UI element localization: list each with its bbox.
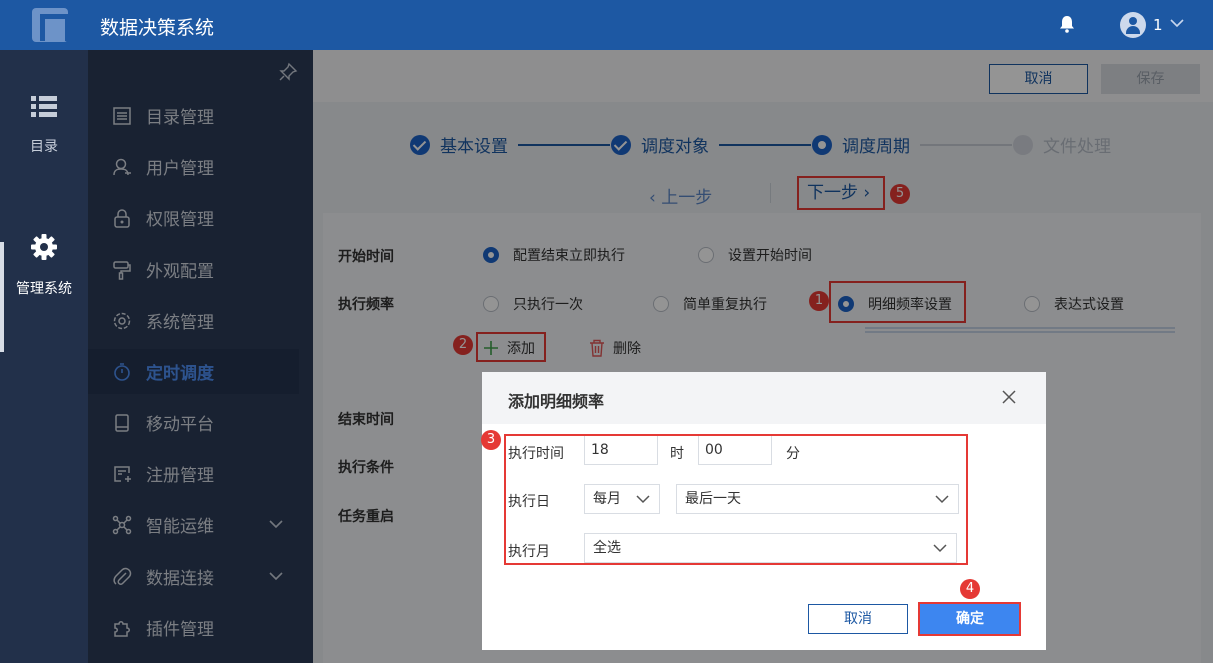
highlight-dialog-fields <box>504 434 968 565</box>
chevron-down-icon[interactable] <box>1169 17 1185 29</box>
bell-icon[interactable] <box>1059 15 1075 33</box>
rail-item-manage[interactable]: 管理系统 <box>0 234 88 298</box>
app-logo <box>32 8 68 42</box>
dialog-header: 添加明细频率 <box>482 372 1046 424</box>
step-badge: 3 <box>481 430 501 450</box>
step-badge: 4 <box>960 579 980 599</box>
app-title: 数据决策系统 <box>100 17 215 39</box>
dialog-cancel-button[interactable]: 取消 <box>808 604 908 634</box>
dialog-title: 添加明细频率 <box>508 392 605 411</box>
avatar[interactable] <box>1120 12 1146 38</box>
gear-icon <box>31 234 57 260</box>
rail-label-manage: 管理系统 <box>16 281 72 297</box>
rail-label-directory: 目录 <box>30 139 58 155</box>
list-icon <box>31 96 57 117</box>
rail-item-directory[interactable]: 目录 <box>0 96 88 156</box>
highlight-confirm-button <box>918 602 1021 636</box>
icon-rail: 目录 管理系统 <box>0 50 88 663</box>
user-name[interactable]: 1 <box>1153 16 1163 34</box>
close-icon[interactable] <box>1002 390 1016 404</box>
top-header: 数据决策系统 1 <box>0 0 1213 50</box>
